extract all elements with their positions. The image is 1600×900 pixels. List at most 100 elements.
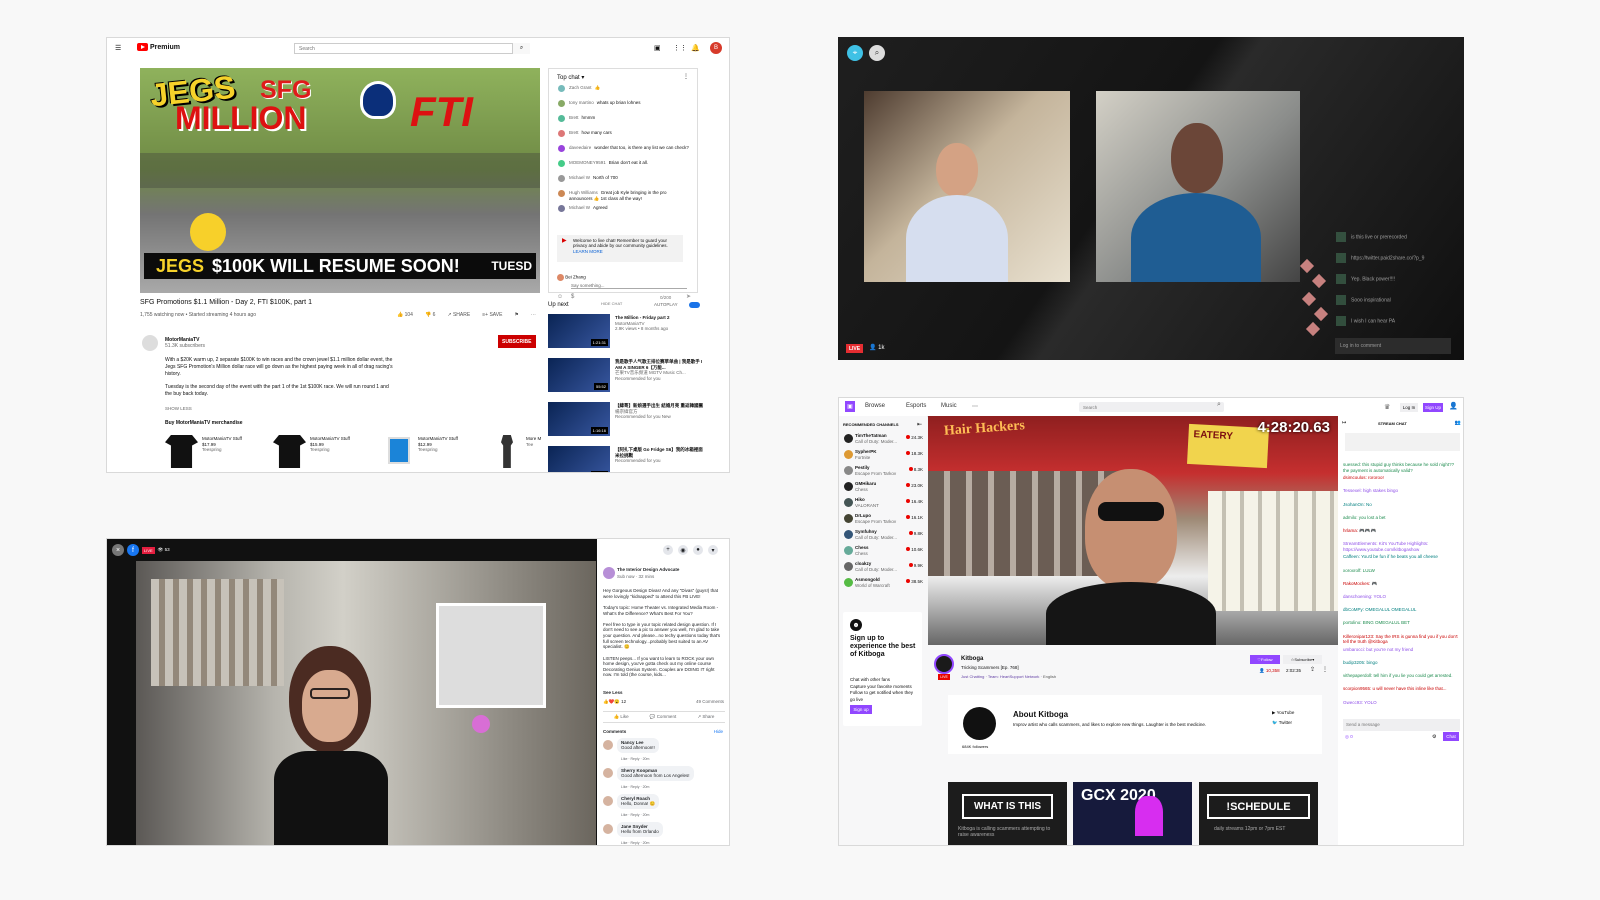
collapse-icon[interactable]: ⇤ [917,421,922,428]
learn-more-link[interactable]: LEARN MORE [573,249,603,254]
recommended-video[interactable]: 1:29:28 【阿扎下桌版 Go Fridge S6】我的冰箱裡面 米拉挑戰Re… [548,446,718,472]
schedule-panel[interactable]: !SCHEDULE daily streams 12pm or 7pm EST [1199,782,1318,845]
chat-more-icon[interactable]: ⋮ [683,73,689,80]
recommended-channel[interactable]: Chess Chess 10.6K [841,545,925,559]
channel-points[interactable]: ◎ 0 [1345,734,1353,740]
youtube-logo[interactable]: Premium [137,43,180,51]
youtube-search-input[interactable]: Search [294,43,530,54]
facebook-video-player[interactable] [136,561,596,845]
flag-icon[interactable]: ⚑ [514,312,518,318]
periscope-logo-icon[interactable]: ⌖ [847,45,863,61]
youtube-link[interactable]: ▶ YouTube [1272,710,1294,716]
gcx-panel[interactable]: GCX 2020 [1073,782,1192,845]
recommended-channel[interactable]: TimTheTatman Call of Duty: Moder... 24.3K [841,433,925,447]
more-options-icon[interactable]: ⋮ [1322,666,1328,673]
user-icon[interactable]: 👤 [1449,402,1458,410]
page-avatar[interactable] [603,567,615,579]
send-message-input[interactable]: Send a message [1343,719,1460,731]
chat-users-icon[interactable]: 👥 [1455,420,1461,426]
guest-video-right[interactable] [1096,91,1300,282]
apps-icon[interactable]: ⋮⋮ [673,44,687,52]
twitch-nav-esports[interactable]: Esports [906,403,926,409]
twitch-search-input[interactable]: Search [1079,402,1224,412]
video-player[interactable]: JEGS SFG MILLION FTI JEGS $100K WILL RESU… [140,68,540,293]
video-camera-icon[interactable]: ▣ [654,44,661,52]
category-link[interactable]: Just Chatting [961,674,984,679]
send-icon[interactable]: ➤ [686,293,691,300]
twitter-link[interactable]: 🐦 Twitter [1272,720,1292,726]
recommended-video[interactable]: 1:21:31 The Million - Friday part 2 MotorM… [548,314,718,351]
search-icon[interactable]: ⌕ [869,45,885,61]
chat-input[interactable]: Say something... [571,283,687,289]
dropdown-icon[interactable]: ▾ [708,545,718,555]
merch-item[interactable]: MotorManiaTV Stuff $17.99 Teespring [165,435,263,469]
recommended-channel[interactable]: cloakzy Call of Duty: Moder... 9.9K [841,561,925,575]
recommended-channel[interactable]: DrLupo Escape From Tarkov 16.1K [841,513,925,527]
comment-count[interactable]: 49 Comments [696,699,724,704]
chat-button[interactable]: Chat [1443,732,1459,741]
show-less-button[interactable]: SHOW LESS [165,406,192,411]
hide-chat-button[interactable]: HIDE CHAT [601,301,622,306]
account-avatar[interactable]: B [710,42,722,54]
dislike-button[interactable]: 👎 6 [425,312,435,318]
emoji-icon[interactable]: ☺ [557,294,563,300]
promo-signup-button[interactable]: Sign up [850,705,872,714]
collapse-chat-icon[interactable]: ↦ [1342,420,1346,426]
login-button[interactable]: Log In [1400,403,1418,412]
comment-actions[interactable]: Like · Reply · 20m [621,813,649,817]
facebook-icon[interactable]: f [127,544,139,556]
see-less-link[interactable]: See Less [603,690,623,695]
guest-video-left[interactable] [864,91,1070,282]
search-icon[interactable]: ⌕ [512,43,530,54]
twitch-video-player[interactable]: Hair Hackers EATERY 4:28:20.63 [928,416,1338,645]
chat-settings-icon[interactable]: ⚙ [1432,734,1436,740]
recommended-channel[interactable]: SypherPK Fortnite 18.3K [841,449,925,463]
comment-button[interactable]: 💬 Comment [650,714,676,720]
like-button[interactable]: 👍 104 [397,312,413,318]
video-thumbnail[interactable]: 1:16:16 [548,402,610,436]
video-thumbnail[interactable]: 1:21:31 [548,314,610,348]
top-chat-selector[interactable]: Top chat ▾ [557,74,584,81]
close-icon[interactable]: × [112,544,124,556]
what-is-this-panel[interactable]: WHAT IS THIS Kitboga is calling scammers… [948,782,1067,845]
recommended-channel[interactable]: GMHikaru Chess 23.0K [841,481,925,495]
autoplay-toggle[interactable] [689,302,700,308]
recommended-channel[interactable]: Pestily Escape From Tarkov 8.3K [841,465,925,479]
twitch-logo-icon[interactable]: ▣ [845,401,855,412]
comment-input[interactable]: Log in to comment [1335,338,1451,354]
comment-actions[interactable]: Like · Reply · 20m [621,785,649,789]
streamer-name[interactable]: Kitboga [961,656,983,662]
twitch-nav-music[interactable]: Music [941,403,957,409]
channel-avatar[interactable] [142,335,158,351]
save-button[interactable]: ≡+ SAVE [482,312,502,318]
video-thumbnail[interactable]: 55:52 [548,358,610,392]
prime-loot-icon[interactable]: ♛ [1384,403,1390,411]
video-thumbnail[interactable]: 1:29:28 [548,446,610,472]
follow-button[interactable]: ♡ Follow [1250,655,1280,664]
comment-actions[interactable]: Like · Reply · 20m [621,757,649,761]
messenger-icon[interactable]: ◉ [678,545,688,555]
more-actions-icon[interactable]: ⋯ [531,312,536,318]
recommended-video[interactable]: 1:16:16 【緯哥】新娘選手出生 結婚月亮 重返韓國團 楊宗緯官方 Recomme… [548,402,718,439]
like-button[interactable]: 👍 Like [614,714,629,720]
merch-item[interactable]: MotorManiaTV Stuff $12.99 Teespring [381,435,479,469]
search-icon[interactable]: ⌕ [1217,401,1221,409]
merch-item[interactable]: MotorManiaTV Stuff $15.99 Teespring [273,435,371,469]
share-button[interactable]: ↗ SHARE [447,312,470,318]
notifications-icon[interactable]: 🔔 [691,44,700,52]
subscribe-button[interactable]: ☆ Subscribe ▾ [1283,655,1322,664]
super-chat-icon[interactable]: $ [571,294,574,300]
notification-icon[interactable]: ● [693,545,703,555]
recommended-channel[interactable]: Hiko VALORANT 16.4K [841,497,925,511]
comment-actions[interactable]: Like · Reply · 20m [621,841,649,845]
menu-icon[interactable]: ☰ [115,44,121,52]
add-icon[interactable]: + [663,545,673,555]
subscribe-button[interactable]: SUBSCRIBE [498,335,536,348]
signup-button[interactable]: Sign Up [1423,403,1443,412]
twitch-nav-more[interactable]: ⋯ [972,403,978,410]
share-button[interactable]: ↗ Share [697,714,714,720]
recommended-channel[interactable]: Symfuhny Call of Duty: Moder... 9.8K [841,529,925,543]
language-tag[interactable]: English [1043,674,1056,679]
recommended-channel[interactable]: Asmongold World of Warcraft 38.5K [841,577,925,591]
kitboga-avatar[interactable] [934,654,954,674]
